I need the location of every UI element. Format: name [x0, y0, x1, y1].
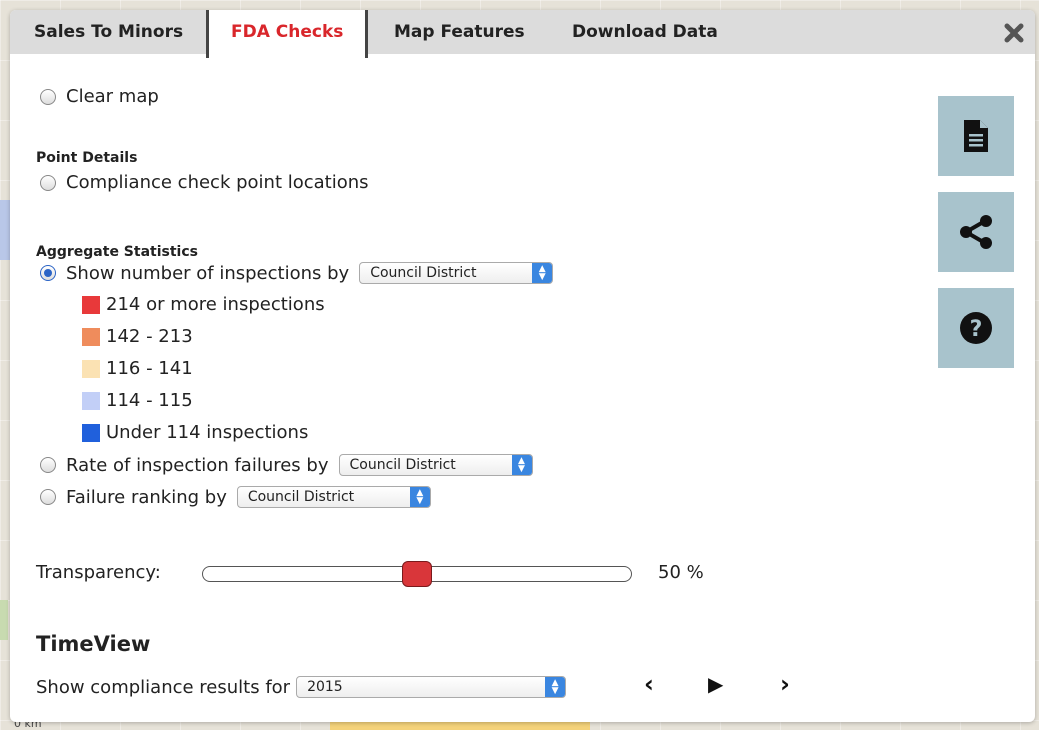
legend-item: 142 - 213 — [82, 326, 193, 347]
select-arrows-icon: ▲ ▼ — [545, 677, 566, 697]
radio-button[interactable] — [40, 457, 56, 473]
year-select[interactable]: 2015 ▲ ▼ — [296, 676, 567, 698]
option-label: Clear map — [66, 86, 159, 107]
tab-bar: Sales To Minors FDA Checks Map Features … — [10, 10, 1035, 58]
legend-swatch — [82, 423, 100, 442]
fda-checks-panel: Sales To Minors FDA Checks Map Features … — [10, 10, 1035, 722]
select-arrows-icon: ▲ ▼ — [532, 263, 553, 283]
tab-map-features[interactable]: Map Features — [394, 10, 525, 54]
radio-button[interactable] — [40, 88, 56, 105]
document-icon — [964, 120, 988, 152]
option-label: Rate of inspection failures by — [66, 454, 329, 476]
select-value: Council District — [349, 457, 456, 473]
legend-item: 116 - 141 — [82, 358, 193, 379]
option-label: Show number of inspections by — [66, 262, 350, 284]
tab-download-data[interactable]: Download Data — [572, 10, 718, 54]
option-label: Failure ranking by — [66, 486, 227, 508]
help-button[interactable]: ? — [938, 288, 1014, 368]
number-by-select[interactable]: Council District ▲ ▼ — [359, 262, 554, 284]
select-arrows-icon: ▲ ▼ — [409, 487, 430, 507]
legend-swatch — [82, 295, 100, 314]
tab-fda-checks[interactable]: FDA Checks — [206, 10, 369, 58]
share-button[interactable] — [938, 192, 1014, 272]
transparency-value: 50 % — [658, 562, 704, 583]
timeview-row: Show compliance results for 2015 ▲ ▼ — [36, 676, 567, 698]
share-icon — [960, 215, 992, 249]
legend-swatch — [82, 359, 100, 378]
rate-by-select[interactable]: Council District ▲ ▼ — [338, 454, 533, 476]
panel-content: Clear map Point Details Compliance check… — [10, 54, 1035, 722]
play-button[interactable]: ▶ — [708, 672, 723, 696]
aggregate-statistics-heading: Aggregate Statistics — [36, 244, 198, 260]
ranking-by-select[interactable]: Council District ▲ ▼ — [236, 486, 431, 508]
map-fragment — [0, 200, 10, 260]
option-clear-map[interactable]: Clear map — [40, 86, 159, 107]
legend-item: 114 - 115 — [82, 390, 193, 411]
legend-item: Under 114 inspections — [82, 422, 308, 443]
transparency-label: Transparency: — [36, 562, 161, 583]
option-show-number[interactable]: Show number of inspections by Council Di… — [40, 262, 554, 284]
legend-swatch — [82, 327, 100, 346]
help-icon: ? — [960, 312, 992, 344]
legend-label: 214 or more inspections — [106, 294, 325, 315]
tab-sales-to-minors[interactable]: Sales To Minors — [34, 10, 183, 54]
point-details-heading: Point Details — [36, 150, 138, 166]
transparency-slider[interactable] — [202, 561, 632, 587]
option-failure-ranking[interactable]: Failure ranking by Council District ▲ ▼ — [40, 486, 431, 508]
legend-label: Under 114 inspections — [106, 422, 309, 443]
option-rate-failures[interactable]: Rate of inspection failures by Council D… — [40, 454, 533, 476]
timeview-label: Show compliance results for — [36, 676, 291, 698]
select-arrows-icon: ▲ ▼ — [511, 455, 532, 475]
legend-swatch — [82, 391, 100, 410]
select-value: 2015 — [307, 679, 343, 695]
option-compliance-points[interactable]: Compliance check point locations — [40, 172, 369, 193]
select-value: Council District — [247, 489, 355, 505]
previous-year-button[interactable]: ‹ — [644, 670, 654, 698]
slider-handle[interactable] — [402, 561, 432, 587]
option-label: Compliance check point locations — [66, 172, 369, 193]
timeview-title: TimeView — [36, 632, 151, 656]
legend-label: 114 - 115 — [106, 390, 193, 411]
radio-button[interactable] — [40, 174, 56, 191]
legend-label: 142 - 213 — [106, 326, 193, 347]
next-year-button[interactable]: › — [780, 670, 790, 698]
select-value: Council District — [370, 265, 477, 281]
svg-text:?: ? — [970, 317, 983, 342]
radio-button[interactable] — [40, 489, 56, 505]
legend-label: 116 - 141 — [106, 358, 193, 379]
map-fragment — [0, 600, 8, 640]
close-icon[interactable] — [1003, 22, 1025, 44]
document-button[interactable] — [938, 96, 1014, 176]
legend-item: 214 or more inspections — [82, 294, 325, 315]
radio-button-selected[interactable] — [40, 265, 56, 281]
